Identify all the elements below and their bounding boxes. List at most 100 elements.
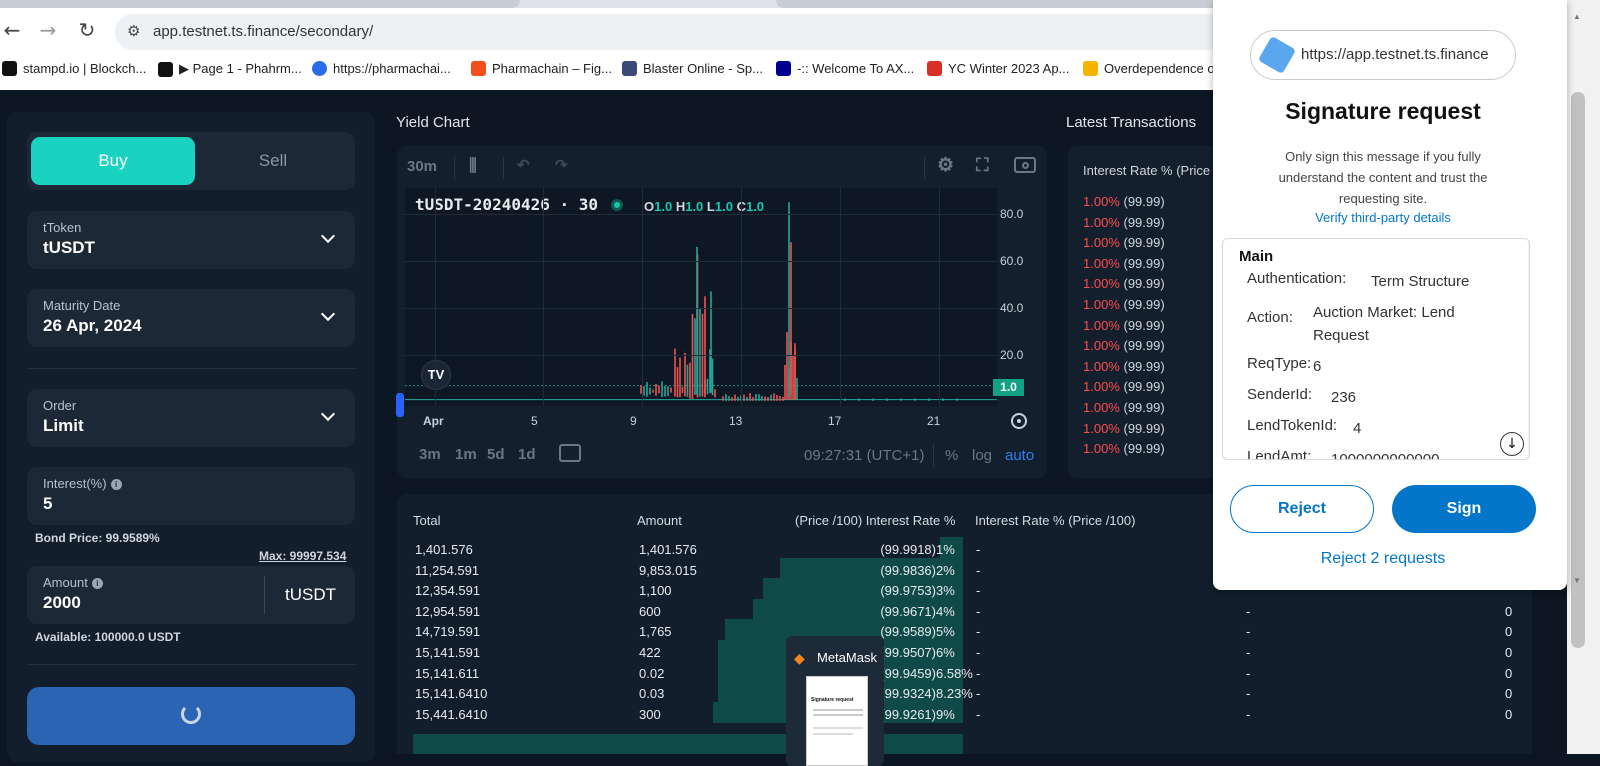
interest-value[interactable]: 5	[43, 494, 52, 514]
chart-plot-area[interactable]: tUSDT-20240426 · 30 O1.0 H1.0 L1.0 C1.0 …	[396, 188, 997, 417]
site-settings-icon[interactable]: ⚙	[127, 22, 140, 40]
address-bar[interactable]: ⚙ app.testnet.ts.finance/secondary/	[115, 14, 1235, 50]
reload-icon[interactable]: ↻	[75, 18, 99, 42]
order-ask-placeholder: -	[976, 583, 981, 599]
token-value: tUSDT	[43, 238, 95, 257]
calendar-icon[interactable]	[559, 444, 581, 462]
transaction-rate: 1.00%	[1083, 255, 1120, 271]
drawing-toolbar-toggle[interactable]	[396, 393, 404, 417]
gridline	[405, 261, 997, 263]
sell-button[interactable]: Sell	[195, 137, 351, 185]
message-section: Main	[1239, 248, 1274, 265]
transaction-row: 1.00% (99.99)	[1083, 235, 1165, 250]
transaction-price: (99.99)	[1123, 317, 1165, 333]
range-button[interactable]: 1d	[518, 446, 536, 463]
page-scrollbar[interactable]: ▲ ▼	[1567, 0, 1600, 754]
transaction-rate: 1.00%	[1083, 441, 1120, 457]
token-select[interactable]: tToken tUSDT	[27, 211, 355, 269]
site-origin: https://app.testnet.ts.finance	[1301, 46, 1489, 63]
bookmark-item[interactable]: stampd.io | Blockch...	[2, 61, 146, 76]
order-amount: 1,401.576	[639, 542, 697, 557]
range-button[interactable]: 3m	[419, 446, 441, 463]
range-button[interactable]: 1m	[455, 446, 477, 463]
divider	[27, 368, 355, 369]
message-field-key: SenderId:	[1247, 386, 1313, 403]
message-box[interactable]: Main Authentication: Term Structure Action…	[1222, 238, 1530, 460]
bookmark-item[interactable]: YC Winter 2023 Ap...	[927, 61, 1069, 76]
bookmark-item[interactable]: Overdependence o...	[1083, 61, 1225, 76]
range-button[interactable]: 5d	[487, 446, 505, 463]
popup-description: Only sign this message if you fully unde…	[1278, 149, 1488, 206]
browser-tab[interactable]	[776, 0, 1236, 8]
order-type-select[interactable]: Order Limit	[27, 389, 355, 447]
buy-button[interactable]: Buy	[31, 137, 195, 185]
chevron-down-icon	[320, 228, 336, 244]
order-total: 11,254.591	[415, 562, 480, 578]
order-rate: 1%	[936, 542, 955, 557]
thumb-title: Signature request	[811, 697, 854, 703]
fullscreen-icon[interactable]: ⛶	[976, 155, 989, 176]
order-total: 15,141.6410	[415, 686, 488, 702]
max-link[interactable]: Max: 99997.534	[259, 549, 346, 563]
scroll-up-icon[interactable]: ▲	[1573, 12, 1581, 21]
settings-icon[interactable]: ⚙	[937, 154, 954, 177]
order-total: 12,354.591	[415, 583, 481, 599]
scrollbar-thumb[interactable]	[1571, 92, 1585, 648]
message-scrollbar[interactable]: ▲ ▼	[1528, 239, 1529, 459]
bookmark-item[interactable]: ▶ Page 1 - Phahrm...	[158, 61, 302, 77]
auto-toggle[interactable]: auto	[1005, 447, 1034, 464]
redo-icon[interactable]: ↷	[555, 156, 568, 174]
transaction-row: 1.00% (99.99)	[1083, 276, 1165, 291]
log-toggle[interactable]: log	[972, 447, 992, 464]
message-field-key: ReqType:	[1247, 355, 1312, 372]
camera-icon[interactable]	[1014, 157, 1036, 173]
reject-button[interactable]: Reject	[1230, 485, 1374, 533]
percent-toggle[interactable]: %	[945, 447, 958, 464]
scroll-down-arrow-icon[interactable]: ↓	[1500, 432, 1524, 456]
bookmark-item[interactable]: https://pharmachai...	[312, 61, 451, 76]
bookmark-item[interactable]: Pharmachain – Fig...	[471, 61, 612, 76]
divider	[933, 444, 934, 466]
order-price: (99.9671)	[880, 603, 936, 619]
order-ask-placeholder: -	[1246, 645, 1251, 660]
reject-all-link[interactable]: Reject 2 requests	[1213, 550, 1553, 568]
order-amount: 0.03	[639, 686, 665, 702]
order-price: (99.9261)	[880, 706, 936, 722]
transaction-row: 1.00% (99.99)	[1083, 215, 1165, 230]
metamask-thumb-label: MetaMask	[817, 650, 877, 665]
amount-input[interactable]: Amount i 2000 tUSDT	[27, 566, 355, 624]
bookmark-item[interactable]: -:: Welcome To AX...	[776, 61, 914, 76]
candles-icon[interactable]: ⫼	[469, 156, 477, 176]
transaction-row: 1.00% (99.99)	[1083, 359, 1165, 374]
back-icon[interactable]: ←	[0, 18, 24, 42]
timezone-target-icon[interactable]	[1011, 413, 1027, 429]
tradingview-logo-icon[interactable]: TV	[421, 360, 451, 390]
popup-title: Signature request	[1285, 98, 1481, 124]
bookmark-label: Pharmachain – Fig...	[492, 61, 612, 76]
metamask-thumbnail[interactable]: ◆ MetaMask Signature request	[786, 636, 884, 766]
x-tick-label: Apr	[423, 414, 444, 428]
submit-button[interactable]	[27, 687, 355, 745]
bookmark-item[interactable]: Blaster Online - Sp...	[622, 61, 763, 76]
scroll-down-icon[interactable]: ▼	[1573, 576, 1581, 585]
order-label: Order	[43, 398, 77, 413]
amount-value[interactable]: 2000	[43, 593, 81, 613]
transaction-row: 1.00% (99.99)	[1083, 421, 1165, 436]
maturity-select[interactable]: Maturity Date 26 Apr, 2024	[27, 289, 355, 347]
info-icon[interactable]: i	[91, 578, 103, 589]
interval-select[interactable]: 30m	[407, 158, 437, 175]
verify-link[interactable]: Verify third-party details	[1213, 210, 1553, 225]
browser-tab[interactable]	[0, 0, 520, 8]
chevron-down-icon	[320, 306, 336, 322]
chart-time: 09:27:31 (UTC+1)	[804, 447, 925, 464]
interest-input[interactable]: Interest(%) i 5	[27, 467, 355, 525]
order-ask-total: 0	[1505, 645, 1513, 660]
metamask-thumb-preview: Signature request	[806, 676, 868, 766]
undo-icon[interactable]: ↶	[517, 156, 530, 174]
trade-panel: Buy Sell tToken tUSDT Maturity Date 26 A…	[7, 112, 375, 762]
available-balance: Available: 100000.0 USDT	[35, 630, 181, 644]
forward-icon[interactable]: →	[36, 18, 60, 42]
order-ask-placeholder: -	[1246, 706, 1251, 722]
info-icon[interactable]: i	[110, 479, 122, 490]
sign-button[interactable]: Sign	[1392, 485, 1536, 533]
